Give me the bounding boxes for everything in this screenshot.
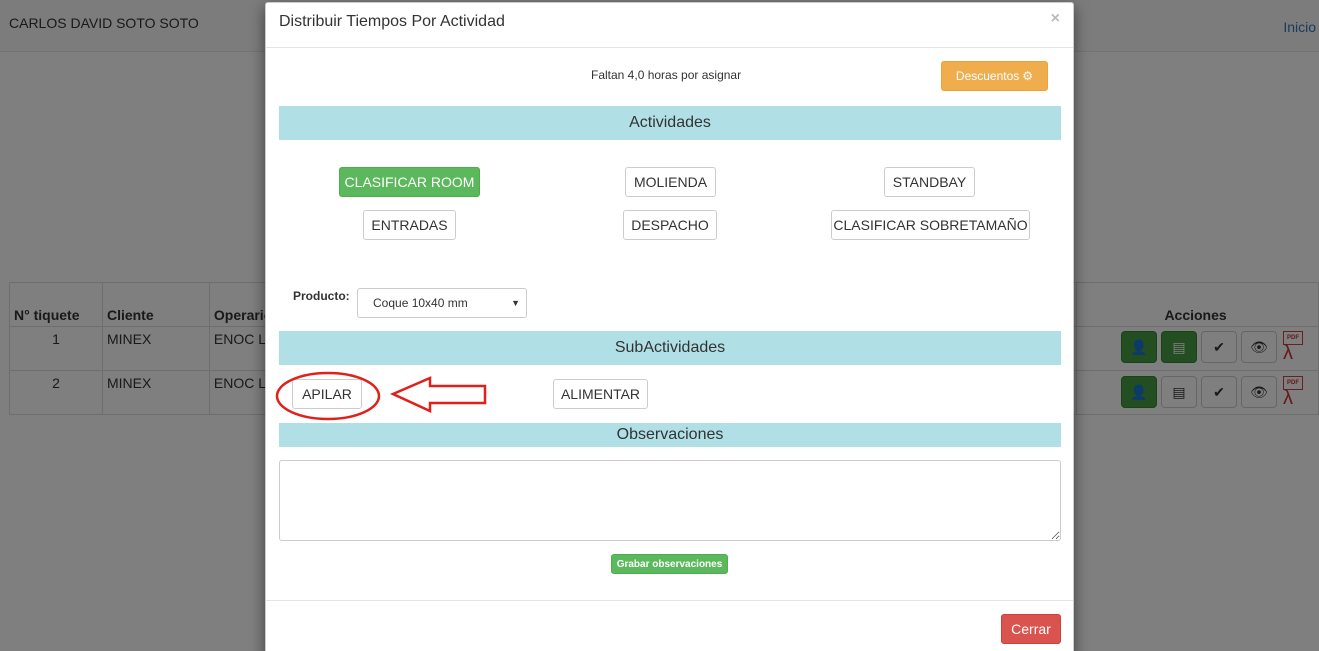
caret-down-icon: ▼ bbox=[511, 298, 520, 308]
modal-title: Distribuir Tiempos Por Actividad bbox=[279, 13, 505, 30]
producto-selected-value: Coque 10x40 mm bbox=[373, 296, 468, 310]
modal-footer-divider bbox=[266, 600, 1073, 601]
grabar-observaciones-button[interactable]: Grabar observaciones bbox=[611, 554, 728, 574]
remaining-hours-text: Faltan 4,0 horas por asignar bbox=[591, 68, 742, 82]
modal-header: Distribuir Tiempos Por Actividad × bbox=[266, 3, 1073, 48]
gear-icon: ⚙ bbox=[1022, 69, 1034, 83]
subactivity-apilar-button[interactable]: APILAR bbox=[292, 379, 362, 409]
cerrar-button[interactable]: Cerrar bbox=[1001, 614, 1061, 644]
subactivity-alimentar-button[interactable]: ALIMENTAR bbox=[553, 379, 648, 409]
distribuir-tiempos-modal: Distribuir Tiempos Por Actividad × Falta… bbox=[265, 2, 1074, 651]
activity-clasificar-sobretamano-button[interactable]: CLASIFICAR SOBRETAMAÑO bbox=[831, 210, 1030, 240]
activity-standbay-button[interactable]: STANDBAY bbox=[884, 167, 975, 197]
close-icon[interactable]: × bbox=[1051, 10, 1060, 28]
descuentos-button[interactable]: Descuentos ⚙ bbox=[941, 61, 1048, 91]
descuentos-label: Descuentos bbox=[955, 69, 1020, 83]
activity-molienda-button[interactable]: MOLIENDA bbox=[625, 167, 716, 197]
observaciones-textarea[interactable] bbox=[279, 460, 1061, 541]
subactividades-header: SubActividades bbox=[279, 331, 1061, 365]
producto-select[interactable]: Coque 10x40 mm ▼ bbox=[357, 288, 527, 318]
activity-despacho-button[interactable]: DESPACHO bbox=[623, 210, 717, 240]
producto-label: Producto: bbox=[293, 289, 350, 303]
actividades-header: Actividades bbox=[279, 106, 1061, 140]
observaciones-header: Observaciones bbox=[279, 423, 1061, 447]
activity-clasificar-room-button[interactable]: CLASIFICAR ROOM bbox=[339, 167, 480, 197]
activity-entradas-button[interactable]: ENTRADAS bbox=[363, 210, 456, 240]
